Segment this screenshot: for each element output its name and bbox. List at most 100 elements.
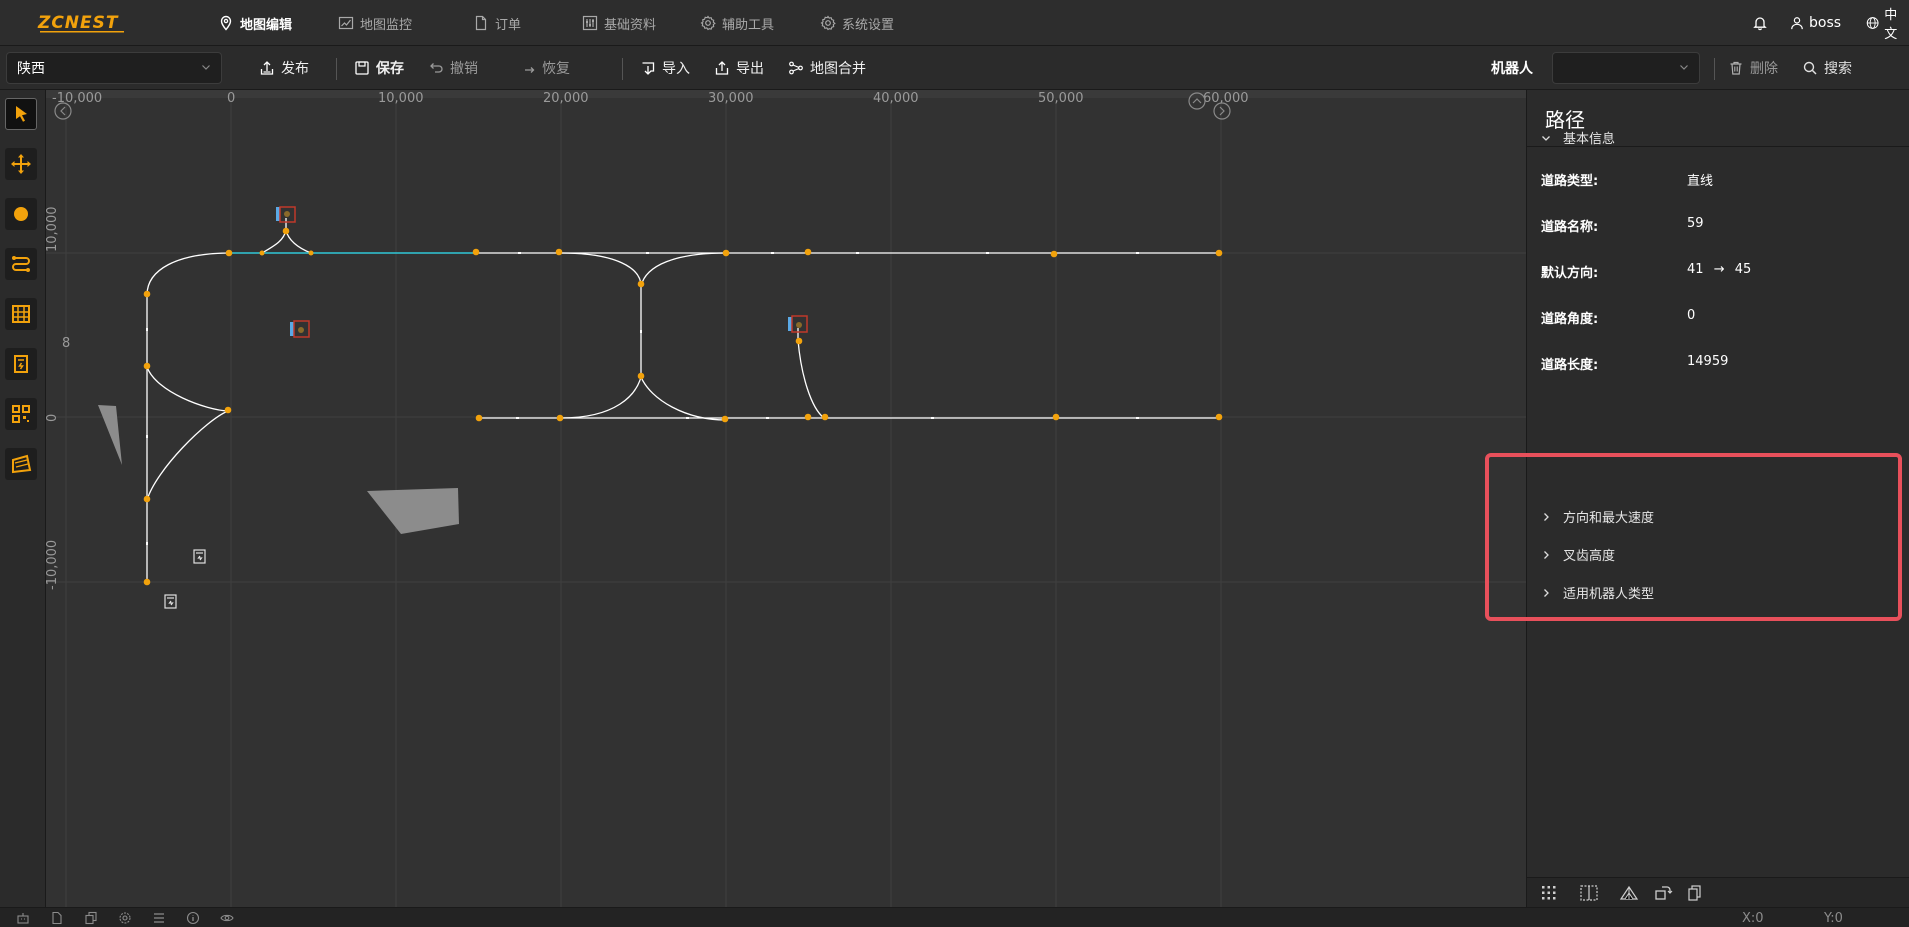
export-label: 导出 [736, 61, 764, 77]
charger-icon [14, 355, 28, 373]
map-node[interactable] [1215, 413, 1223, 421]
rotate-icon[interactable] [1653, 884, 1673, 902]
path-curve[interactable] [797, 339, 825, 419]
map-node[interactable] [637, 280, 645, 288]
map-node[interactable] [722, 249, 730, 257]
map-node[interactable] [1215, 249, 1223, 257]
chevron-down-icon [202, 65, 210, 70]
nav-map-monitor[interactable]: 地图监控 [338, 12, 412, 34]
charger-icon[interactable] [164, 594, 177, 609]
nav-map-edit[interactable]: 地图编辑 [218, 12, 292, 34]
map-node[interactable] [143, 495, 151, 503]
charger-icon[interactable] [193, 549, 206, 564]
search-button[interactable]: 搜索 [1802, 57, 1852, 79]
area-tool[interactable] [5, 448, 37, 480]
move-tool[interactable] [5, 148, 37, 180]
y-ruler-label: -10,000 [46, 540, 60, 590]
eye-icon[interactable] [220, 911, 234, 925]
map-svg[interactable]: -10,000 0 10,000 20,000 30,000 40,000 50… [46, 90, 1526, 907]
charger-tool[interactable] [5, 348, 37, 380]
editor-toolbar: 陕西 发布 保存 撤销 恢复 导入 导出 地图合并 机器人 删除 搜索 [0, 46, 1909, 90]
path-curve[interactable] [560, 376, 642, 419]
map-node[interactable] [804, 248, 812, 256]
map-merge-button[interactable]: 地图合并 [788, 57, 866, 79]
path-curve[interactable] [261, 229, 287, 254]
path-curve[interactable] [146, 366, 229, 412]
map-node[interactable] [143, 290, 151, 298]
x-ruler-label: 50,000 [1038, 91, 1084, 106]
document-icon[interactable] [50, 911, 64, 925]
map-node[interactable] [472, 248, 480, 256]
map-node[interactable] [224, 406, 232, 414]
export-button[interactable]: 导出 [714, 57, 764, 79]
path-curve[interactable] [640, 376, 727, 421]
info-icon[interactable] [186, 911, 200, 925]
path-curve[interactable] [146, 410, 229, 501]
redo-button[interactable]: 恢复 [520, 57, 570, 79]
save-button[interactable]: 保存 [354, 57, 404, 79]
map-node[interactable] [637, 372, 645, 380]
user-name: boss [1809, 15, 1842, 31]
map-node[interactable] [225, 249, 233, 257]
nav-system-settings[interactable]: 系统设置 [820, 12, 894, 34]
import-button[interactable]: 导入 [640, 57, 690, 79]
section-basic-info[interactable]: 基本信息 [1541, 128, 1615, 147]
zcnest-logo[interactable]: ZCNEST [36, 10, 128, 36]
map-node[interactable] [721, 415, 729, 423]
workstation[interactable] [290, 320, 310, 338]
import-icon [642, 62, 655, 75]
user-menu[interactable]: boss [1790, 12, 1841, 34]
shelf-tool[interactable] [5, 298, 37, 330]
path-curve[interactable] [285, 229, 312, 254]
select-tool[interactable] [5, 98, 37, 130]
map-canvas[interactable]: -10,000 0 10,000 20,000 30,000 40,000 50… [46, 90, 1526, 907]
map-node[interactable] [475, 414, 483, 422]
map-node[interactable] [1052, 413, 1060, 421]
undo-button[interactable]: 撤销 [428, 57, 478, 79]
qrcode-tool[interactable] [5, 398, 37, 430]
default-direction-value[interactable]: 41 → 45 [1687, 262, 1751, 277]
map-node[interactable] [143, 362, 151, 370]
top-ruler [46, 90, 1526, 98]
grid-dots-icon[interactable] [1539, 884, 1559, 902]
map-node[interactable] [259, 250, 265, 256]
map-node[interactable] [556, 414, 564, 422]
map-select[interactable]: 陕西 [6, 52, 222, 84]
robot-select[interactable] [1552, 52, 1700, 84]
language-switch[interactable]: 中文 [1866, 8, 1909, 42]
map-node[interactable] [143, 578, 151, 586]
copy-icon[interactable] [84, 911, 98, 925]
split-view-icon[interactable] [1579, 884, 1599, 902]
map-area[interactable] [367, 488, 459, 534]
nav-basic-data[interactable]: 基础资料 [582, 12, 656, 34]
map-node[interactable] [282, 227, 290, 235]
notification-button[interactable] [1752, 12, 1768, 34]
map-nodes[interactable] [143, 227, 1223, 586]
align-icon[interactable] [1619, 884, 1639, 902]
section-basic-info-label: 基本信息 [1563, 132, 1616, 147]
nav-aux-tools[interactable]: 辅助工具 [700, 12, 774, 34]
list-icon[interactable] [152, 911, 166, 925]
copy-icon[interactable] [1685, 884, 1705, 902]
map-node[interactable] [308, 250, 314, 256]
map-node[interactable] [821, 413, 829, 421]
map-node[interactable] [555, 248, 563, 256]
map-node[interactable] [1050, 250, 1058, 258]
map-area[interactable] [98, 405, 122, 465]
path-network[interactable] [146, 218, 1219, 583]
direction-to: 45 [1734, 262, 1752, 277]
path-tool[interactable] [5, 248, 37, 280]
map-node[interactable] [795, 337, 803, 345]
point-tool[interactable] [5, 198, 37, 230]
nav-orders[interactable]: 订单 [473, 12, 521, 34]
publish-button[interactable]: 发布 [259, 57, 309, 79]
x-ruler-label: 30,000 [708, 91, 754, 106]
robot-icon[interactable] [16, 911, 30, 925]
map-node[interactable] [804, 413, 812, 421]
gear-icon[interactable] [118, 911, 132, 925]
path-curve[interactable] [560, 252, 642, 287]
path-curve[interactable] [146, 252, 232, 296]
top-navigation-bar: ZCNEST 地图编辑 地图监控 订单 基础资料 辅助工具 系统设置 boss … [0, 0, 1909, 46]
path-curve[interactable] [640, 252, 727, 287]
delete-button[interactable]: 删除 [1728, 57, 1778, 79]
